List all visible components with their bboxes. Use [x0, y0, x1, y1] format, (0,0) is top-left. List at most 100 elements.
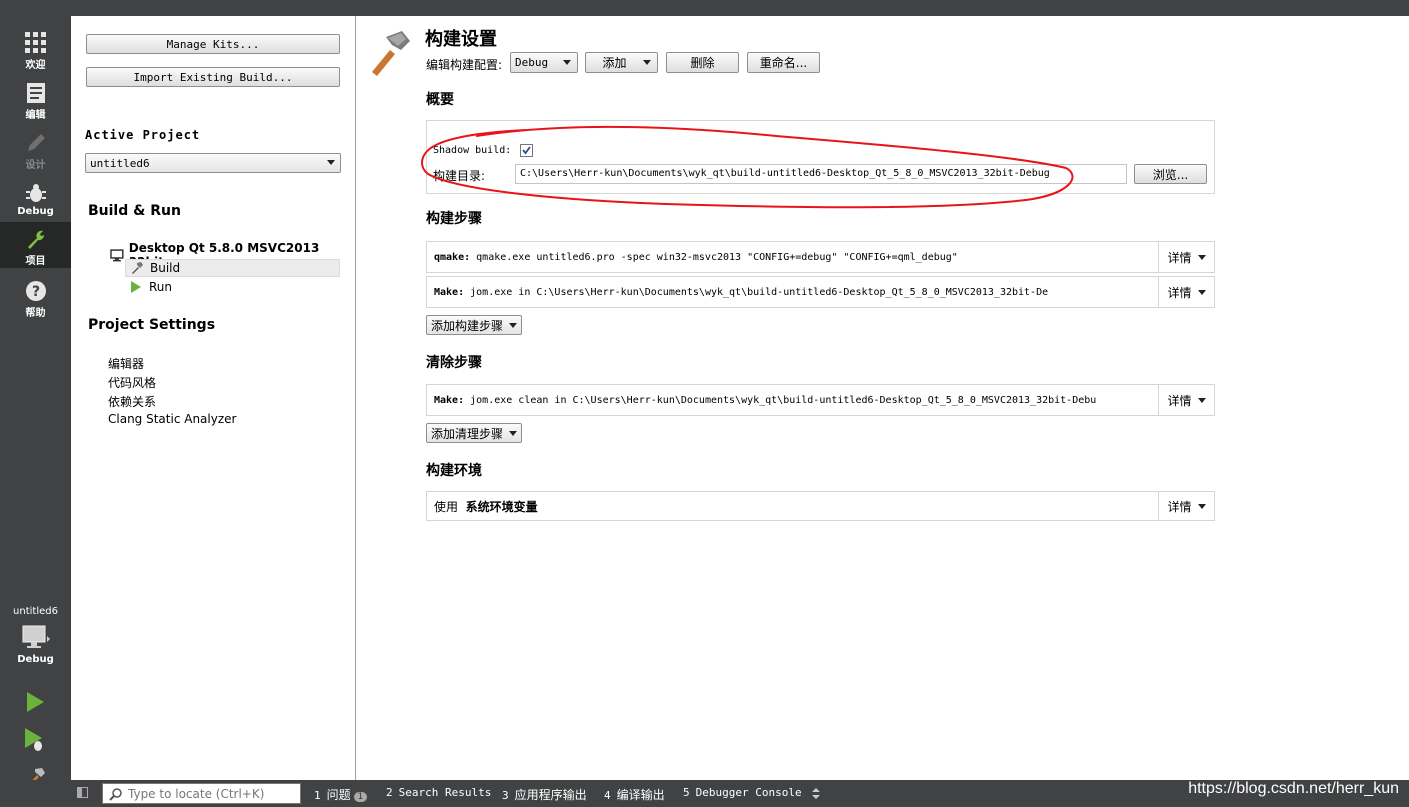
build-config-combo[interactable]: Debug [510, 52, 578, 73]
build-dir-label: 构建目录: [433, 169, 486, 183]
sidebar-item-build[interactable]: Build [125, 259, 340, 277]
project-settings-heading: Project Settings [88, 317, 216, 333]
manage-kits-button[interactable]: Manage Kits... [86, 34, 340, 54]
mode-label: Debug [17, 206, 54, 217]
monitor-icon [21, 624, 51, 654]
build-dir-input[interactable]: C:\Users\Herr-kun\Documents\wyk_qt\build… [515, 164, 1127, 184]
project-sidebar: Manage Kits... Import Existing Build... … [71, 16, 356, 780]
delete-config-button[interactable]: 删除 [666, 52, 739, 73]
bug-icon [25, 180, 47, 206]
output-tab-compile-output[interactable]: 4 编译输出 [604, 786, 665, 803]
debug-run-icon [25, 728, 42, 751]
build-label: Build [150, 261, 181, 275]
pencil-icon [25, 130, 47, 156]
chevron-down-icon [509, 322, 518, 328]
document-icon [26, 80, 46, 106]
details-button[interactable]: 详情 [1158, 277, 1214, 307]
up-down-arrows-icon[interactable] [811, 787, 821, 803]
run-label: Run [149, 280, 173, 294]
monitor-icon [110, 248, 124, 261]
settings-item-dependencies[interactable]: 依赖关系 [108, 393, 156, 410]
settings-item-clang-static-analyzer[interactable]: Clang Static Analyzer [108, 412, 236, 426]
help-icon: ? [25, 278, 47, 304]
top-strip [71, 0, 1409, 16]
hammer-icon [132, 262, 143, 274]
add-config-button[interactable]: 添加 [585, 52, 658, 73]
mode-label: 欢迎 [25, 60, 46, 71]
status-bar: Type to locate (Ctrl+K) 1 问题 1 2 Search Res… [0, 780, 1409, 807]
checkmark-icon [522, 146, 531, 155]
debug-run-button[interactable] [20, 725, 50, 755]
active-project-value: untitled6 [90, 156, 150, 170]
run-button[interactable] [20, 687, 50, 717]
svg-text:?: ? [31, 284, 39, 300]
build-config-value: Debug [515, 56, 549, 69]
build-env-heading: 构建环境 [426, 463, 482, 479]
add-build-step-button[interactable]: 添加构建步骤 [426, 315, 523, 335]
chevron-down-icon [509, 430, 518, 436]
mode-label: 项目 [25, 256, 46, 267]
locator-input[interactable]: Type to locate (Ctrl+K) [102, 783, 301, 804]
import-existing-build-button[interactable]: Import Existing Build... [86, 67, 340, 87]
target-mode-label: Debug [17, 654, 54, 665]
issues-count-badge: 1 [353, 792, 368, 802]
step-name: qmake: [434, 251, 471, 263]
build-step-make[interactable]: Make: jom.exe in C:\Users\Herr-kun\Docum… [426, 276, 1215, 308]
general-heading: 概要 [426, 92, 454, 108]
target-project-name: untitled6 [13, 606, 58, 617]
env-use-label: 使用 [434, 499, 459, 514]
active-project-label: Active Project [85, 128, 201, 142]
mode-design[interactable]: 设计 [0, 126, 71, 174]
step-command: qmake.exe untitled6.pro -spec win32-msvc… [476, 251, 958, 263]
details-button[interactable]: 详情 [1158, 492, 1214, 520]
page-title: 构建设置 [425, 29, 497, 50]
step-command: jom.exe in C:\Users\Herr-kun\Documents\w… [470, 286, 1049, 298]
step-name: Make: [434, 394, 465, 406]
active-project-combo[interactable]: untitled6 [85, 153, 341, 173]
locator-placeholder: Type to locate (Ctrl+K) [128, 786, 265, 801]
output-tab-search-results[interactable]: 2 Search Results [386, 786, 491, 799]
hammer-icon [372, 31, 410, 76]
mode-help[interactable]: ? 帮助 [0, 274, 71, 322]
sidebar-item-run[interactable]: Run [125, 279, 340, 297]
mode-label: 帮助 [25, 308, 46, 319]
mode-edit[interactable]: 编辑 [0, 76, 71, 124]
chevron-down-icon [1197, 503, 1206, 509]
shadow-build-checkbox[interactable] [520, 144, 533, 157]
output-tab-issues[interactable]: 1 问题 1 [314, 786, 368, 803]
build-run-heading: Build & Run [88, 203, 181, 219]
chevron-down-icon [1197, 397, 1206, 403]
run-icon [27, 692, 44, 712]
output-tab-debugger-console[interactable]: 5 Debugger Console [683, 786, 802, 799]
settings-item-editor[interactable]: 编辑器 [108, 355, 144, 372]
env-value: 系统环境变量 [465, 499, 538, 514]
browse-button[interactable]: 浏览... [1134, 164, 1207, 184]
clean-step-make[interactable]: Make: jom.exe clean in C:\Users\Herr-kun… [426, 384, 1215, 416]
watermark-text: https://blog.csdn.net/herr_kun [1188, 780, 1399, 797]
build-step-qmake[interactable]: qmake: qmake.exe untitled6.pro -spec win… [426, 241, 1215, 273]
mode-label: 编辑 [25, 110, 46, 121]
details-button[interactable]: 详情 [1158, 385, 1214, 415]
wrench-icon [25, 226, 47, 252]
build-env-row[interactable]: 使用 系统环境变量 详情 [426, 491, 1215, 521]
mode-debug[interactable]: Debug [0, 176, 71, 224]
grid-icon [24, 30, 47, 56]
chevron-down-icon [1197, 289, 1206, 295]
output-tab-application-output[interactable]: 3 应用程序输出 [502, 786, 587, 803]
settings-item-code-style[interactable]: 代码风格 [108, 374, 156, 391]
mode-bar: 欢迎 编辑 设计 Debug 项目 ? 帮助 untitled6 Debug [0, 0, 71, 788]
toggle-sidebar-icon[interactable] [77, 787, 88, 798]
mode-projects[interactable]: 项目 [0, 222, 71, 268]
target-selector[interactable]: Debug [0, 624, 71, 674]
shadow-build-label: Shadow build: [433, 145, 512, 156]
add-config-label: 添加 [602, 56, 627, 70]
details-button[interactable]: 详情 [1158, 242, 1214, 272]
edit-config-label: 编辑构建配置: [426, 58, 503, 72]
mode-label: 设计 [25, 160, 46, 171]
clean-steps-heading: 清除步骤 [426, 355, 482, 371]
add-clean-step-button[interactable]: 添加清理步骤 [426, 423, 523, 443]
run-icon [131, 281, 141, 293]
mode-welcome[interactable]: 欢迎 [0, 26, 71, 74]
rename-config-button[interactable]: 重命名... [747, 52, 820, 73]
chevron-down-icon [1197, 254, 1206, 260]
